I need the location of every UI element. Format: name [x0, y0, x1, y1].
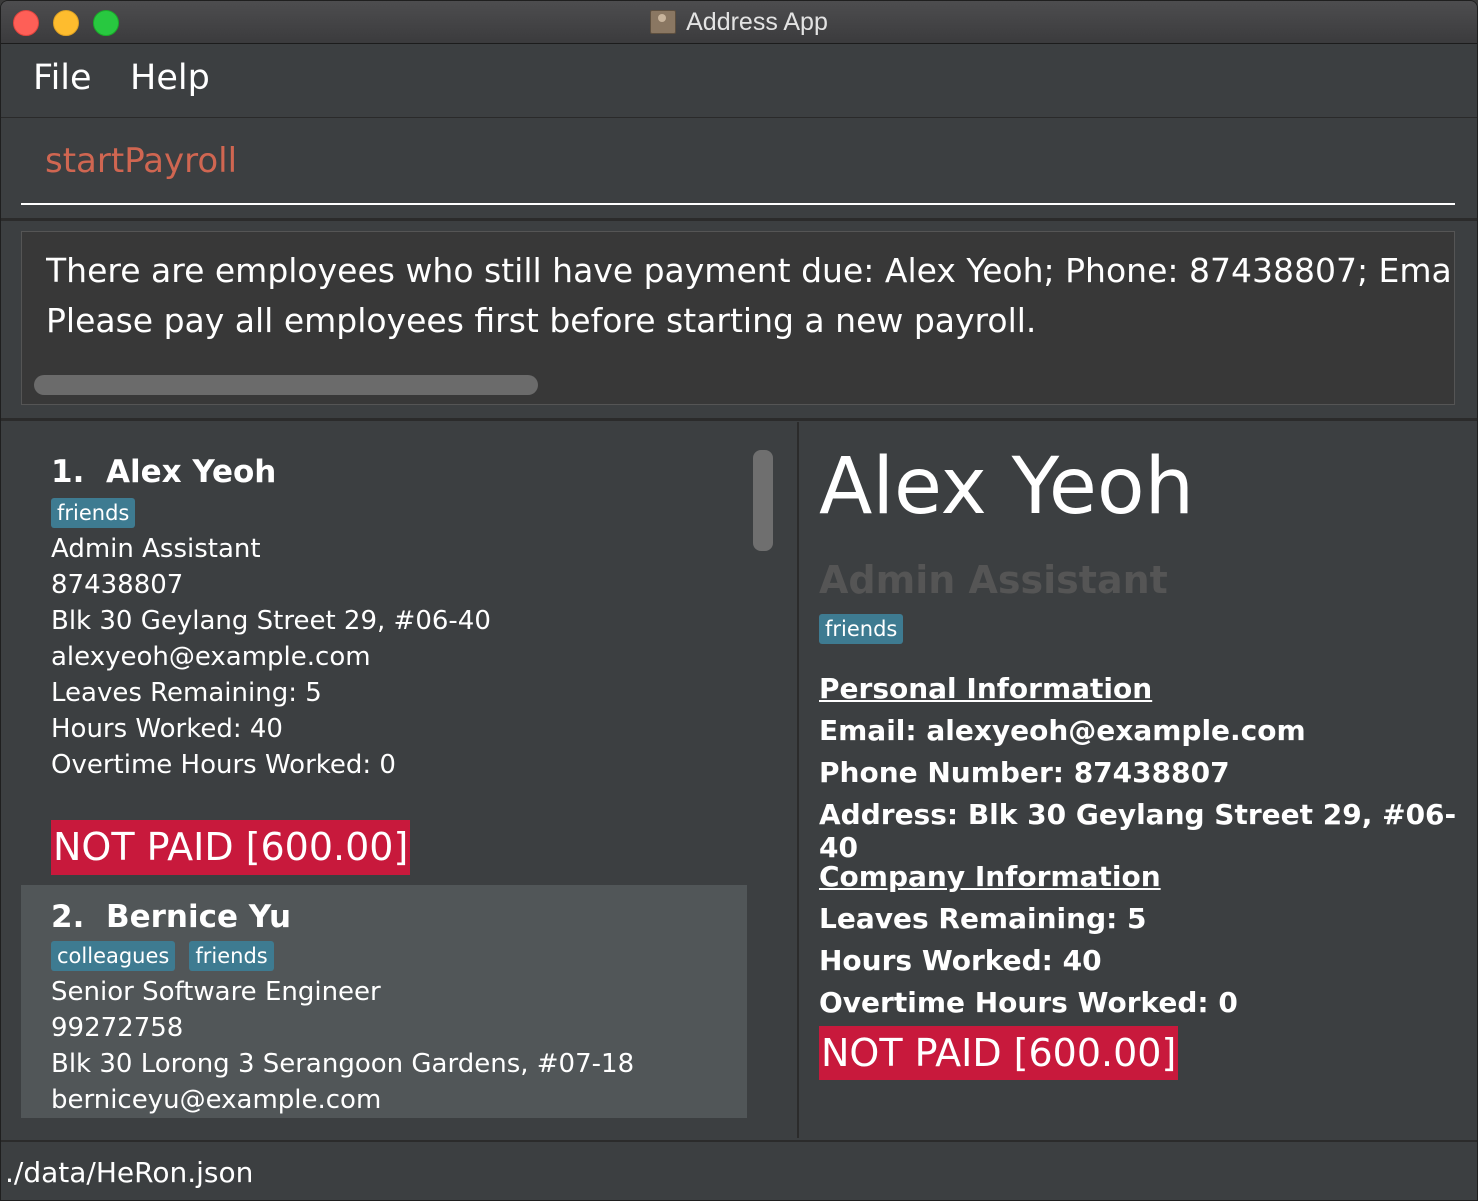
command-input[interactable]: [21, 118, 1455, 205]
payment-status-badge: NOT PAID [600.00]: [819, 1026, 1179, 1080]
person-card-name: 1. Alex Yeoh: [51, 454, 276, 490]
detail-phone: Phone Number: 87438807: [819, 756, 1230, 789]
result-display-panel: There are employees who still have payme…: [1, 221, 1477, 421]
person-card-tags: friends: [51, 498, 136, 528]
personal-information-heading: Personal Information: [819, 672, 1153, 705]
menu-help[interactable]: Help: [130, 58, 210, 98]
tag-badge: friends: [189, 941, 274, 971]
address-book-icon: [650, 10, 677, 34]
person-card-hours: Hours Worked: 40: [51, 714, 283, 744]
detail-overtime: Overtime Hours Worked: 0: [819, 986, 1238, 1019]
payment-status-badge: NOT PAID [600.00]: [51, 820, 411, 875]
person-card[interactable]: 1. Alex Yeoh friends Admin Assistant 874…: [21, 442, 747, 885]
person-card-address: Blk 30 Geylang Street 29, #06-40: [51, 606, 491, 636]
detail-email: Email: alexyeoh@example.com: [819, 714, 1306, 747]
result-line-2: Please pay all employees first before st…: [46, 301, 1037, 340]
menu-bar: File Help: [1, 44, 1477, 118]
detail-leaves: Leaves Remaining: 5: [819, 902, 1147, 935]
result-text: There are employees who still have payme…: [46, 246, 1454, 346]
result-display[interactable]: There are employees who still have payme…: [21, 231, 1455, 405]
result-line-1: There are employees who still have payme…: [46, 251, 1454, 290]
person-card-role: Senior Software Engineer: [51, 977, 381, 1007]
person-card-tags: colleagues friends: [51, 941, 274, 971]
command-box-panel: [1, 118, 1477, 221]
person-card-address: Blk 30 Lorong 3 Serangoon Gardens, #07-1…: [51, 1049, 635, 1079]
detail-tags: friends: [819, 614, 904, 644]
detail-role: Admin Assistant: [819, 558, 1168, 602]
person-card-index: 2.: [51, 899, 85, 935]
company-information-heading: Company Information: [819, 860, 1161, 893]
app-window: Address App File Help There are employee…: [0, 0, 1478, 1201]
person-card-name-text: Alex Yeoh: [105, 454, 277, 490]
person-card-email: alexyeoh@example.com: [51, 642, 371, 672]
person-card-email: berniceyu@example.com: [51, 1085, 382, 1115]
person-list[interactable]: 1. Alex Yeoh friends Admin Assistant 874…: [21, 442, 747, 1118]
tag-badge: colleagues: [51, 941, 176, 971]
person-card-phone: 99272758: [51, 1013, 184, 1043]
title-bar[interactable]: Address App: [1, 1, 1477, 44]
person-detail-panel: Alex Yeoh Admin Assistant friends Person…: [799, 422, 1477, 1138]
person-list-panel: 1. Alex Yeoh friends Admin Assistant 874…: [1, 422, 799, 1138]
window-title: Address App: [686, 7, 828, 36]
person-card[interactable]: 2. Bernice Yu colleagues friends Senior …: [21, 885, 747, 1118]
status-bar: ./data/HeRon.json: [1, 1140, 1477, 1200]
person-card-phone: 87438807: [51, 570, 184, 600]
detail-name: Alex Yeoh: [819, 442, 1195, 532]
menu-file[interactable]: File: [33, 58, 92, 98]
window-title-group: Address App: [1, 1, 1477, 43]
person-card-overtime: Overtime Hours Worked: 0: [51, 750, 396, 780]
data-file-path: ./data/HeRon.json: [5, 1156, 254, 1189]
tag-badge: friends: [51, 498, 136, 528]
list-vertical-scrollbar[interactable]: [753, 450, 773, 551]
person-card-name-text: Bernice Yu: [105, 899, 292, 935]
result-horizontal-scrollbar[interactable]: [34, 375, 538, 395]
person-card-leaves: Leaves Remaining: 5: [51, 678, 322, 708]
person-card-name: 2. Bernice Yu: [51, 899, 291, 935]
person-card-role: Admin Assistant: [51, 534, 261, 564]
detail-address: Address: Blk 30 Geylang Street 29, #06-4…: [819, 798, 1457, 864]
detail-hours: Hours Worked: 40: [819, 944, 1102, 977]
tag-badge: friends: [819, 614, 904, 644]
person-card-index: 1.: [51, 454, 85, 490]
